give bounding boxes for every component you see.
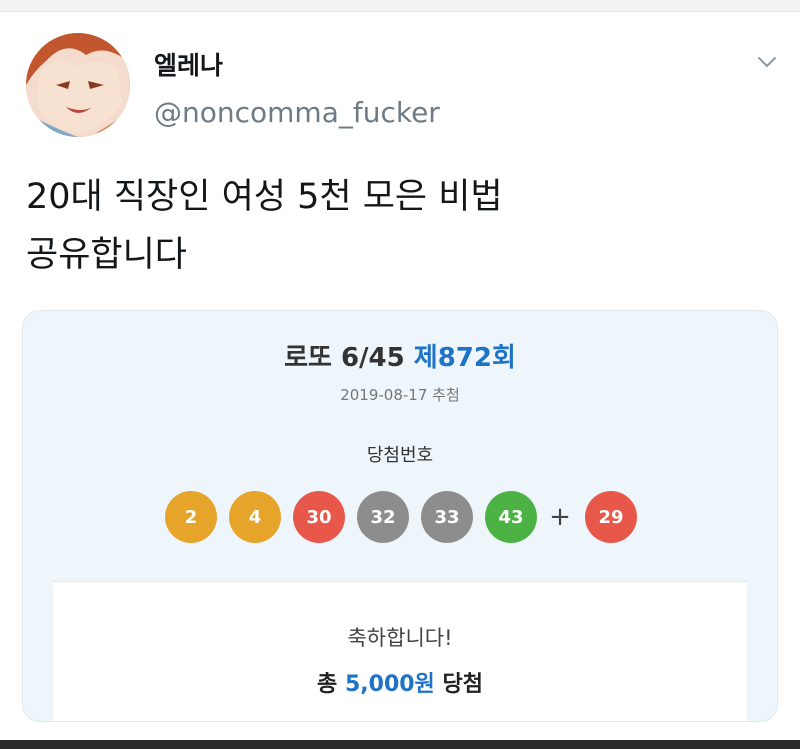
prize-prefix: 총: [317, 672, 338, 697]
prize-suffix: 당첨: [442, 672, 483, 697]
result-box: 축하합니다! 총 5,000원 당첨: [53, 581, 747, 721]
top-divider: [0, 0, 800, 12]
lotto-title-prefix: 로또 6/45: [284, 343, 405, 373]
number-ball: 4: [229, 491, 281, 543]
lotto-round: 제872회: [413, 343, 516, 373]
chevron-down-icon[interactable]: [752, 52, 782, 72]
number-ball: 43: [485, 491, 537, 543]
plus-sign: +: [549, 502, 571, 532]
tweet-text: 20대 직장인 여성 5천 모은 비법 공유합니다: [26, 168, 766, 284]
number-ball: 32: [357, 491, 409, 543]
lotto-title: 로또 6/45 제872회: [23, 337, 777, 374]
bonus-ball: 29: [585, 491, 637, 543]
lotto-result-card[interactable]: 로또 6/45 제872회 2019-08-17 추첨 당첨번호 2 4 30 …: [22, 310, 778, 722]
username[interactable]: @noncomma_fucker: [154, 96, 440, 129]
tweet-text-line-2: 공유합니다: [26, 235, 188, 275]
avatar[interactable]: [26, 33, 130, 137]
tweet-text-line-1: 20대 직장인 여성 5천 모은 비법: [26, 177, 503, 217]
prize-amount: 5,000원: [344, 672, 435, 697]
avatar-illustration: [26, 33, 130, 137]
congrats-message: 축하합니다!: [347, 626, 453, 650]
number-ball: 2: [165, 491, 217, 543]
number-ball: 30: [293, 491, 345, 543]
draw-date: 2019-08-17 추첨: [340, 386, 460, 404]
bottom-divider: [0, 740, 800, 749]
display-name[interactable]: 엘레나: [154, 46, 223, 82]
winning-numbers: 2 4 30 32 33 43 + 29: [23, 491, 777, 545]
prize-summary: 총 5,000원 당첨: [53, 666, 747, 698]
number-ball: 33: [421, 491, 473, 543]
winning-numbers-label: 당첨번호: [366, 445, 434, 466]
